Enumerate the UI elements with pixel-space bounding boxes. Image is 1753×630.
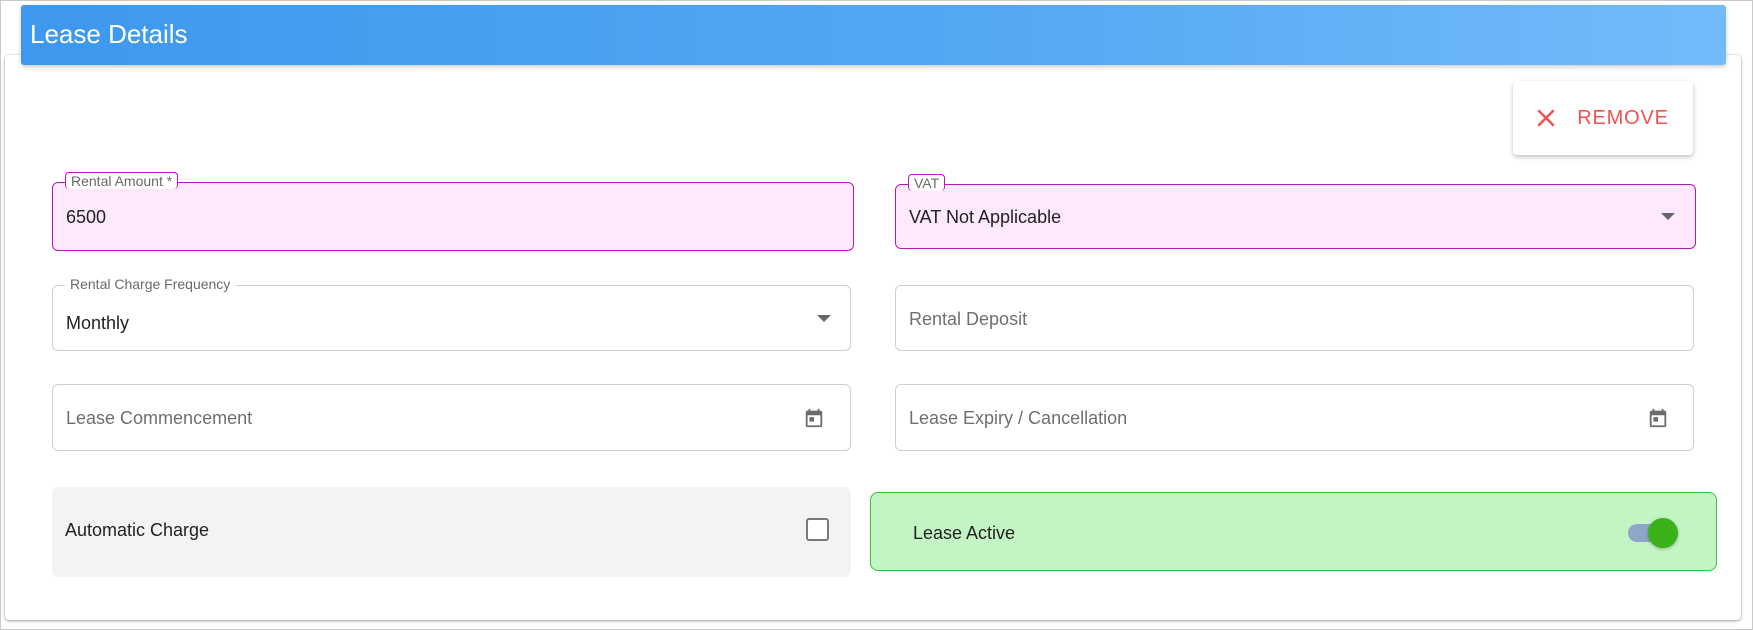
automatic-charge-row: Automatic Charge	[52, 487, 851, 577]
lease-details-header: Lease Details	[21, 5, 1726, 65]
vat-label: VAT	[908, 174, 946, 191]
lease-active-label: Lease Active	[913, 523, 1016, 543]
lease-commencement-placeholder: Lease Commencement	[66, 408, 253, 428]
automatic-charge-label: Automatic Charge	[65, 520, 210, 540]
rental-deposit-input[interactable]: Rental Deposit	[895, 285, 1694, 351]
close-icon	[1537, 109, 1555, 127]
rental-charge-frequency-label: Rental Charge Frequency	[65, 276, 236, 292]
lease-commencement-input[interactable]: Lease Commencement	[52, 384, 851, 451]
rental-amount-label: Rental Amount *	[65, 172, 179, 189]
rental-deposit-placeholder: Rental Deposit	[909, 309, 1028, 329]
remove-button-label: REMOVE	[1577, 106, 1669, 129]
automatic-charge-checkbox[interactable]	[806, 518, 829, 541]
rental-charge-frequency-select[interactable]: Rental Charge Frequency Monthly	[52, 276, 851, 351]
lease-expiry-placeholder: Lease Expiry / Cancellation	[909, 408, 1128, 428]
rental-amount-value: 6500	[66, 207, 107, 227]
lease-active-row: Lease Active	[870, 492, 1717, 571]
page-title: Lease Details	[30, 19, 188, 49]
vat-value: VAT Not Applicable	[909, 207, 1062, 227]
calendar-icon[interactable]	[1647, 407, 1669, 434]
chevron-down-icon	[1661, 213, 1675, 220]
remove-button[interactable]: REMOVE	[1513, 81, 1693, 155]
chevron-down-icon	[817, 315, 831, 322]
lease-expiry-input[interactable]: Lease Expiry / Cancellation	[895, 384, 1694, 451]
rental-charge-frequency-value: Monthly	[66, 313, 130, 333]
calendar-icon[interactable]	[803, 407, 825, 434]
rental-amount-field[interactable]: Rental Amount * 6500	[52, 172, 854, 251]
vat-select[interactable]: VAT VAT Not Applicable	[895, 174, 1696, 249]
lease-active-toggle[interactable]	[1648, 518, 1678, 548]
